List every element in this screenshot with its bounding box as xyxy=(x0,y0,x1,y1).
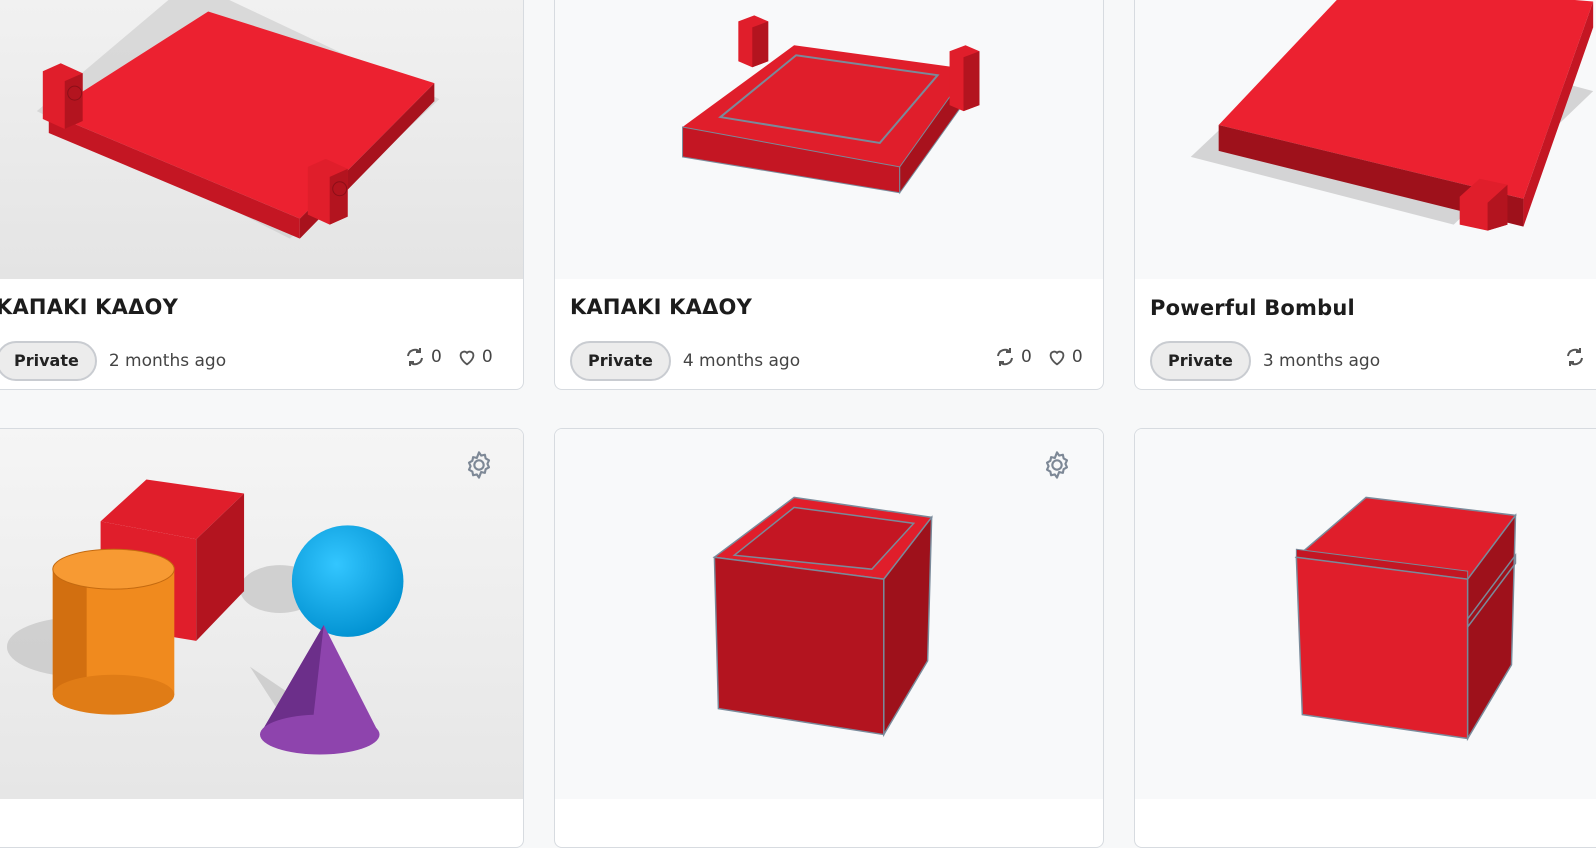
open-box-model-image xyxy=(712,496,934,738)
closed-box-model-image xyxy=(1294,496,1517,742)
visibility-badge: Private xyxy=(0,341,97,381)
design-card-3[interactable]: Powerful Bombul Private 3 months ago xyxy=(1134,0,1596,390)
design-meta: Private 3 months ago xyxy=(1150,341,1380,381)
lid-model-image xyxy=(36,0,440,239)
remix-icon xyxy=(1567,348,1583,366)
design-thumbnail[interactable] xyxy=(555,0,1103,279)
design-card-5[interactable] xyxy=(554,428,1104,848)
updated-time: 4 months ago xyxy=(682,351,801,371)
like-count: 0 xyxy=(481,347,493,367)
design-thumbnail[interactable] xyxy=(1135,429,1596,799)
design-thumbnail[interactable] xyxy=(0,429,523,799)
design-title[interactable]: Powerful Bombul xyxy=(1150,296,1355,320)
design-title[interactable]: ΚΑΠΑΚΙ ΚΑΔΟΥ xyxy=(570,295,752,319)
visibility-badge: Private xyxy=(570,341,671,381)
design-card-4[interactable] xyxy=(0,428,524,848)
gear-icon[interactable] xyxy=(1041,449,1073,481)
updated-time: 3 months ago xyxy=(1262,351,1381,371)
remix-count: 0 xyxy=(431,347,442,367)
remix-count: 0 xyxy=(1021,347,1032,367)
design-stats: 0 0 xyxy=(993,345,1083,369)
design-thumbnail[interactable] xyxy=(555,429,1103,799)
tray-model-image xyxy=(682,15,980,195)
plate-model-image xyxy=(1190,0,1594,231)
remix-icon xyxy=(997,348,1013,366)
remix-icon xyxy=(407,348,423,366)
design-meta: Private 2 months ago xyxy=(0,341,226,381)
design-meta: Private 4 months ago xyxy=(570,341,800,381)
design-title[interactable]: ΚΑΠΑΚΙ ΚΑΔΟΥ xyxy=(0,295,178,319)
design-card-1[interactable]: ΚΑΠΑΚΙ ΚΑΔΟΥ Private 2 months ago 0 0 xyxy=(0,0,524,390)
like-count: 0 xyxy=(1071,347,1083,367)
updated-time: 2 months ago xyxy=(108,351,227,371)
design-card-2[interactable]: ΚΑΠΑΚΙ ΚΑΔΟΥ Private 4 months ago 0 0 xyxy=(554,0,1104,390)
design-card-6[interactable] xyxy=(1134,428,1596,848)
gear-icon[interactable] xyxy=(463,449,495,481)
design-stats: 0 0 xyxy=(403,345,493,369)
design-stats xyxy=(1563,345,1587,369)
heart-icon[interactable] xyxy=(456,346,478,368)
design-thumbnail[interactable] xyxy=(0,0,523,279)
visibility-badge: Private xyxy=(1150,341,1251,381)
design-thumbnail[interactable] xyxy=(1135,0,1596,279)
heart-icon[interactable] xyxy=(1046,346,1068,368)
basic-shapes-model-image xyxy=(6,479,404,755)
